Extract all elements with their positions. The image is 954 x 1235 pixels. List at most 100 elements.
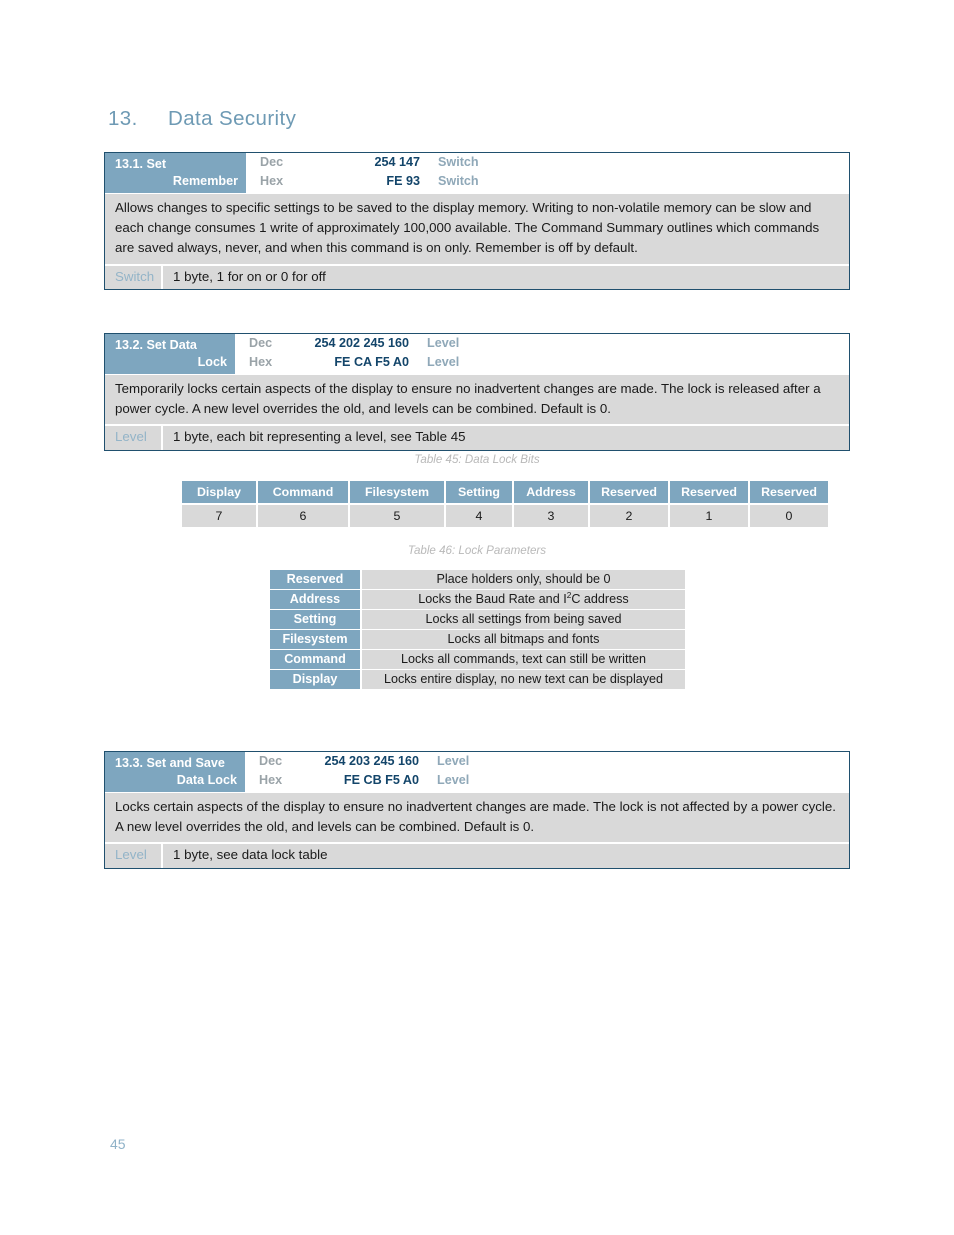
lock-description-cell: Locks the Baud Rate and I2C address bbox=[362, 590, 685, 610]
bits-header-cell: Display bbox=[182, 481, 256, 503]
hex-label: Hex bbox=[249, 354, 273, 369]
dec-param: Level bbox=[427, 336, 460, 350]
bits-header-cell: Reserved bbox=[750, 481, 828, 503]
lock-label-cell: Address bbox=[270, 590, 362, 610]
command-name: 13.3. Set and Save Data Lock bbox=[105, 752, 245, 792]
bits-value-cell: 6 bbox=[258, 503, 348, 527]
dec-value: 254 202 245 160 bbox=[314, 336, 409, 350]
command-hex-row: Hex FE CB F5 A0 Level bbox=[259, 771, 849, 790]
section-number: 13. bbox=[108, 107, 138, 130]
command-dec-row: Dec 254 202 245 160 Level bbox=[249, 334, 849, 353]
lock-description-cell: Locks all settings from being saved bbox=[362, 610, 685, 630]
command-block-set-and-save-data-lock: 13.3. Set and Save Data Lock Dec 254 203… bbox=[104, 751, 850, 869]
data-lock-bits-table: Display Command Filesystem Setting Addre… bbox=[180, 481, 830, 527]
command-name-line2: Remember bbox=[172, 174, 238, 188]
command-codes: Dec 254 203 245 160 Level Hex FE CB F5 A… bbox=[245, 752, 849, 792]
bits-header-cell: Filesystem bbox=[350, 481, 444, 503]
dec-param: Switch bbox=[438, 155, 479, 169]
command-description: Locks certain aspects of the display to … bbox=[105, 792, 849, 843]
command-parameter-row: Level 1 byte, each bit representing a le… bbox=[105, 424, 849, 450]
page-title: 13. Data Security bbox=[108, 107, 296, 131]
table-row: Address Locks the Baud Rate and I2C addr… bbox=[270, 590, 685, 610]
hex-label: Hex bbox=[259, 772, 283, 787]
lock-label-cell: Setting bbox=[270, 610, 362, 630]
command-name-line2: Data Lock bbox=[176, 773, 237, 787]
dec-label: Dec bbox=[259, 754, 283, 768]
parameter-description: 1 byte, each bit representing a level, s… bbox=[173, 429, 466, 445]
lock-label-cell: Filesystem bbox=[270, 630, 362, 650]
bits-value-cell: 2 bbox=[590, 503, 668, 527]
bits-value-cell: 5 bbox=[350, 503, 444, 527]
command-description: Allows changes to specific settings to b… bbox=[105, 193, 849, 264]
command-header: 13.3. Set and Save Data Lock Dec 254 203… bbox=[105, 752, 849, 792]
command-codes: Dec 254 202 245 160 Level Hex FE CA F5 A… bbox=[235, 334, 849, 374]
table-row: Reserved Place holders only, should be 0 bbox=[270, 570, 685, 590]
command-parameter-row: Switch 1 byte, 1 for on or 0 for off bbox=[105, 263, 849, 290]
lock-label-cell: Reserved bbox=[270, 570, 362, 590]
dec-label: Dec bbox=[249, 336, 273, 350]
command-name: 13.1. Set Remember bbox=[105, 153, 246, 193]
command-name-line2: Lock bbox=[197, 355, 227, 369]
page-number: 45 bbox=[110, 1136, 126, 1152]
hex-label: Hex bbox=[260, 173, 284, 188]
command-dec-row: Dec 254 147 Switch bbox=[260, 153, 849, 172]
lock-label-cell: Command bbox=[270, 650, 362, 670]
document-page: 13. Data Security 13.1. Set Remember Dec … bbox=[0, 0, 954, 1235]
bits-value-cell: 3 bbox=[514, 503, 588, 527]
command-header: 13.2. Set Data Lock Dec 254 202 245 160 … bbox=[105, 334, 849, 374]
lock-parameters-table: Reserved Place holders only, should be 0… bbox=[270, 570, 685, 690]
table45-caption: Table 45: Data Lock Bits bbox=[414, 453, 540, 466]
command-name: 13.2. Set Data Lock bbox=[105, 334, 235, 374]
lock-description-cell: Place holders only, should be 0 bbox=[362, 570, 685, 590]
lock-desc-pre: Locks the Baud Rate and I bbox=[418, 592, 567, 606]
bits-header-cell: Reserved bbox=[590, 481, 668, 503]
hex-value: FE CA F5 A0 bbox=[334, 354, 409, 369]
table-row-headers: Display Command Filesystem Setting Addre… bbox=[182, 481, 828, 503]
hex-value: FE CB F5 A0 bbox=[343, 772, 419, 787]
bits-value-cell: 4 bbox=[446, 503, 512, 527]
hex-param: Switch bbox=[438, 173, 479, 188]
hex-param: Level bbox=[427, 354, 460, 369]
command-header: 13.1. Set Remember Dec 254 147 Switch He… bbox=[105, 153, 849, 193]
command-parameter-row: Level 1 byte, see data lock table bbox=[105, 842, 849, 868]
bits-header-cell: Command bbox=[258, 481, 348, 503]
parameter-name: Level bbox=[105, 426, 163, 450]
lock-desc-post: C address bbox=[571, 592, 629, 606]
table46-caption: Table 46: Lock Parameters bbox=[407, 544, 547, 557]
bits-header-cell: Reserved bbox=[670, 481, 748, 503]
command-name-line1: 13.2. Set Data bbox=[115, 338, 197, 352]
lock-description-cell: Locks all bitmaps and fonts bbox=[362, 630, 685, 650]
hex-param: Level bbox=[437, 772, 470, 787]
dec-value: 254 147 bbox=[374, 155, 420, 169]
bits-header-cell: Setting bbox=[446, 481, 512, 503]
command-block-set-data-lock: 13.2. Set Data Lock Dec 254 202 245 160 … bbox=[104, 333, 850, 451]
bits-header-cell: Address bbox=[514, 481, 588, 503]
command-codes: Dec 254 147 Switch Hex FE 93 Switch bbox=[246, 153, 849, 193]
bits-value-cell: 7 bbox=[182, 503, 256, 527]
table-row: 7 6 5 4 3 2 1 0 bbox=[182, 503, 828, 527]
bits-value-cell: 0 bbox=[750, 503, 828, 527]
parameter-name: Switch bbox=[105, 265, 163, 290]
section-title-text: Data Security bbox=[168, 107, 297, 130]
command-block-set-remember: 13.1. Set Remember Dec 254 147 Switch He… bbox=[104, 152, 850, 291]
dec-value: 254 203 245 160 bbox=[324, 754, 419, 768]
lock-description-cell: Locks all commands, text can still be wr… bbox=[362, 650, 685, 670]
command-name-line1: 13.3. Set and Save bbox=[115, 756, 225, 770]
command-hex-row: Hex FE CA F5 A0 Level bbox=[249, 353, 849, 372]
table-row: Command Locks all commands, text can sti… bbox=[270, 650, 685, 670]
command-dec-row: Dec 254 203 245 160 Level bbox=[259, 752, 849, 771]
lock-description-cell: Locks entire display, no new text can be… bbox=[362, 670, 685, 690]
table-row: Setting Locks all settings from being sa… bbox=[270, 610, 685, 630]
lock-label-cell: Display bbox=[270, 670, 362, 690]
command-description: Temporarily locks certain aspects of the… bbox=[105, 374, 849, 425]
parameter-name: Level bbox=[105, 844, 163, 868]
dec-param: Level bbox=[437, 754, 470, 768]
bits-value-cell: 1 bbox=[670, 503, 748, 527]
dec-label: Dec bbox=[260, 155, 284, 169]
table-row: Filesystem Locks all bitmaps and fonts bbox=[270, 630, 685, 650]
parameter-description: 1 byte, see data lock table bbox=[173, 847, 328, 863]
parameter-description: 1 byte, 1 for on or 0 for off bbox=[173, 268, 326, 284]
command-name-line1: 13.1. Set bbox=[115, 157, 167, 171]
command-hex-row: Hex FE 93 Switch bbox=[260, 172, 849, 191]
table-row: Display Locks entire display, no new tex… bbox=[270, 670, 685, 690]
